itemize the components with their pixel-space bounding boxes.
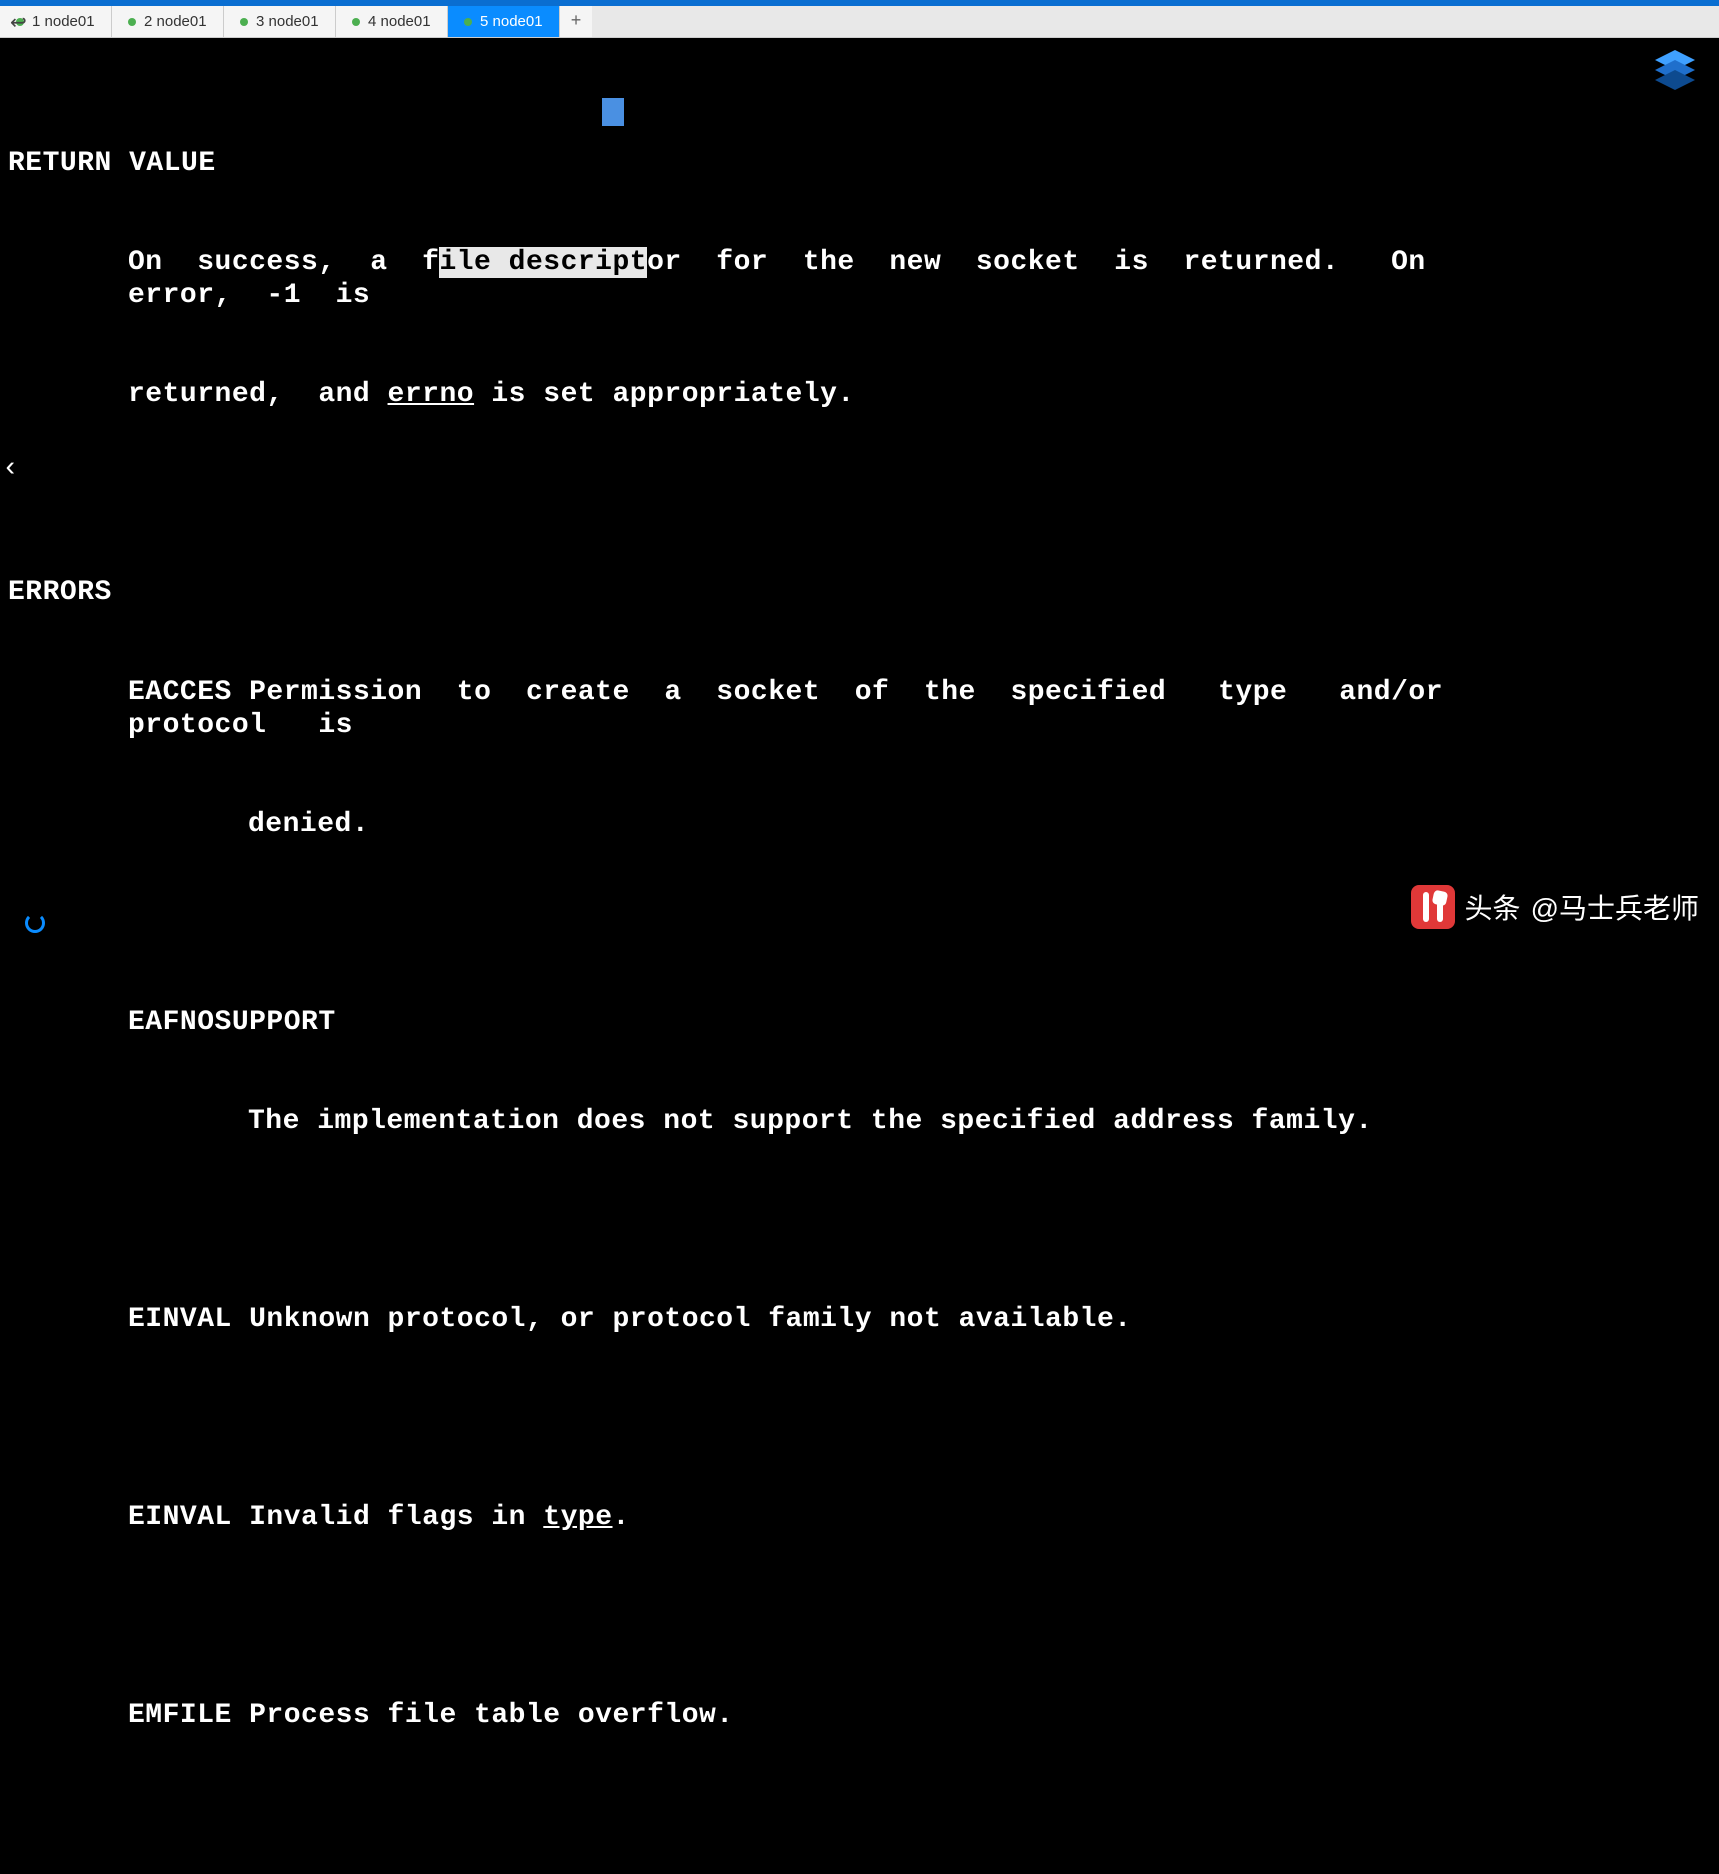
status-dot-icon: [240, 18, 248, 26]
tab-label: 2 node01: [144, 13, 207, 30]
errno-link: errno: [388, 379, 475, 410]
error-eacces: EACCES Permission to create a socket of …: [8, 676, 1481, 742]
type-link: type: [543, 1502, 612, 1533]
tab-label: 5 node01: [480, 13, 543, 30]
error-eacces-cont: denied.: [8, 808, 1481, 841]
return-value-text-line2: returned, and errno is set appropriately…: [8, 378, 1481, 411]
tab-bar: ↩ 1 node01 2 node01 3 node01 4 node01 5 …: [0, 6, 1719, 38]
return-value-text: On success, a file descriptor for the ne…: [8, 246, 1481, 312]
error-einval-2: EINVAL Invalid flags in type.: [8, 1501, 1481, 1534]
layers-icon[interactable]: [1651, 48, 1699, 90]
status-dot-icon: [464, 18, 472, 26]
watermark-prefix: 头条: [1465, 887, 1521, 927]
back-arrow-icon[interactable]: ↩: [10, 10, 27, 36]
toutiao-logo-icon: [1411, 885, 1455, 929]
tab-label: 1 node01: [32, 13, 95, 30]
error-emfile: EMFILE Process file table overflow.: [8, 1699, 1481, 1732]
selection-cursor-icon: [602, 98, 624, 126]
tab-label: 4 node01: [368, 13, 431, 30]
error-eafnosupport: EAFNOSUPPORT: [8, 1006, 1481, 1039]
tab-3[interactable]: 3 node01: [224, 6, 336, 37]
tab-5[interactable]: 5 node01: [448, 6, 560, 37]
highlighted-selection: ile descript: [439, 247, 647, 278]
new-tab-button[interactable]: +: [560, 6, 592, 37]
tab-label: 3 node01: [256, 13, 319, 30]
terminal-content[interactable]: RETURN VALUE On success, a file descript…: [0, 38, 1489, 937]
right-panel-area: [1489, 38, 1719, 937]
loading-spinner-icon: [25, 913, 45, 933]
prev-nav-icon[interactable]: ‹: [2, 453, 19, 484]
section-return-value: RETURN VALUE: [8, 147, 1481, 180]
error-einval-1: EINVAL Unknown protocol, or protocol fam…: [8, 1303, 1481, 1336]
tab-2[interactable]: 2 node01: [112, 6, 224, 37]
watermark-handle: @马士兵老师: [1531, 887, 1699, 927]
section-errors: ERRORS: [8, 576, 1481, 609]
tab-4[interactable]: 4 node01: [336, 6, 448, 37]
status-dot-icon: [352, 18, 360, 26]
status-dot-icon: [128, 18, 136, 26]
error-eafnosupport-cont: The implementation does not support the …: [8, 1105, 1481, 1138]
watermark: 头条 @马士兵老师: [1411, 885, 1699, 929]
